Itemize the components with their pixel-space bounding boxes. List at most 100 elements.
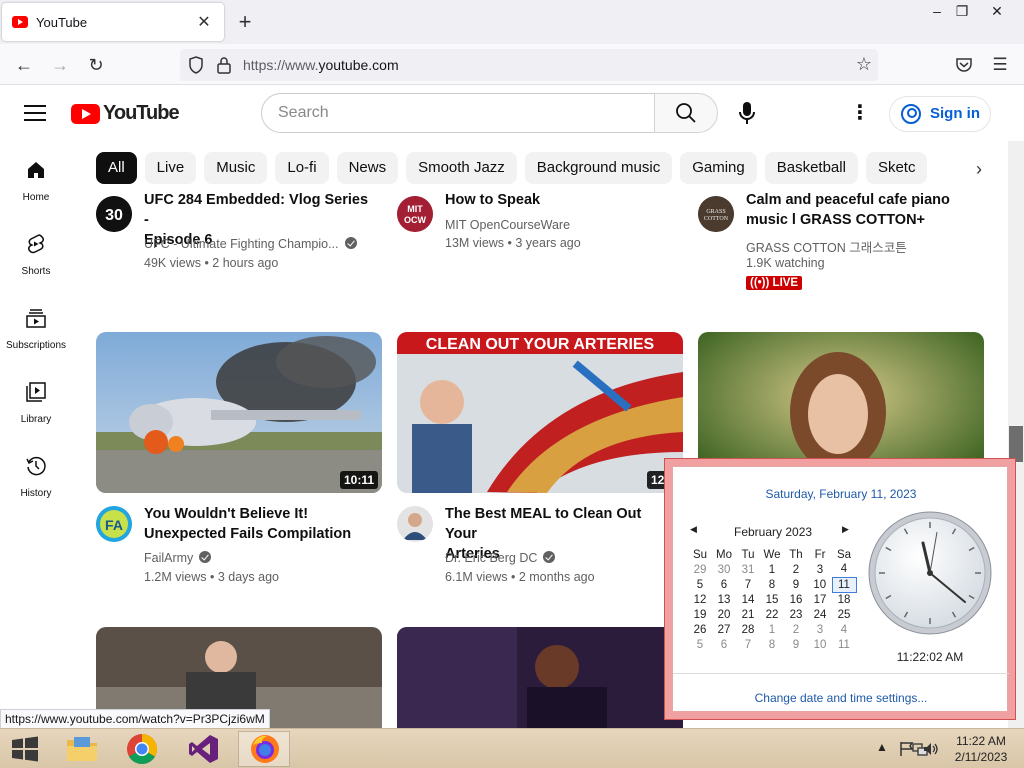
calendar-day[interactable]: 20: [712, 607, 736, 622]
video-card[interactable]: [397, 627, 683, 728]
chip-smooth-jazz[interactable]: Smooth Jazz: [406, 152, 517, 184]
calendar-day[interactable]: 9: [784, 577, 808, 592]
search-button[interactable]: [654, 93, 718, 133]
calendar-day[interactable]: 3: [808, 562, 832, 577]
next-month-icon[interactable]: ▶: [842, 524, 849, 535]
calendar-day[interactable]: 8: [760, 577, 784, 592]
sidebar-item-subscriptions[interactable]: Subscriptions: [0, 298, 72, 358]
restore-button[interactable]: ❐: [945, 0, 979, 22]
channel-avatar[interactable]: [397, 506, 433, 542]
close-tab-icon[interactable]: ✕: [194, 12, 214, 32]
address-bar[interactable]: https://www.youtube.com ☆: [180, 49, 878, 81]
scrollbar-thumb[interactable]: [1009, 426, 1023, 462]
new-tab-button[interactable]: +: [232, 8, 258, 36]
calendar-day[interactable]: 17: [808, 592, 832, 607]
chip-lofi[interactable]: Lo-fi: [275, 152, 329, 184]
reload-button[interactable]: ↻: [82, 51, 110, 79]
calendar-day[interactable]: 13: [712, 592, 736, 607]
chip-sketch[interactable]: Sketc: [865, 152, 928, 184]
app-menu-button[interactable]: ☰: [986, 51, 1014, 79]
chevron-right-icon[interactable]: ›: [966, 152, 992, 186]
file-explorer-icon[interactable]: [56, 731, 108, 767]
calendar-day[interactable]: 23: [784, 607, 808, 622]
calendar-day[interactable]: 18: [832, 592, 856, 607]
url-text[interactable]: https://www.youtube.com: [243, 57, 399, 73]
channel-avatar[interactable]: FA: [96, 506, 132, 542]
calendar-day[interactable]: 6: [712, 577, 736, 592]
calendar-day[interactable]: 5: [688, 577, 712, 592]
video-title[interactable]: How to Speak: [445, 190, 677, 210]
calendar-day[interactable]: 12: [688, 592, 712, 607]
voice-search-mic-icon[interactable]: [733, 99, 761, 127]
channel-avatar[interactable]: GRASS COTTON: [698, 196, 734, 232]
calendar-day[interactable]: 10: [808, 577, 832, 592]
video-thumbnail[interactable]: 10:11: [96, 332, 382, 493]
calendar-day[interactable]: 14: [736, 592, 760, 607]
calendar-day[interactable]: 4: [832, 622, 856, 637]
back-button[interactable]: ←: [10, 51, 38, 79]
calendar-day[interactable]: 1: [760, 622, 784, 637]
chip-live[interactable]: Live: [144, 152, 197, 184]
calendar-day[interactable]: 8: [760, 637, 784, 652]
sidebar-item-history[interactable]: History: [0, 446, 72, 506]
channel-name[interactable]: Dr. Eric Berg DC: [445, 551, 556, 565]
calendar-day[interactable]: 27: [712, 622, 736, 637]
search-input[interactable]: Search: [261, 93, 655, 133]
calendar-day[interactable]: 9: [784, 637, 808, 652]
youtube-logo[interactable]: YouTube: [71, 102, 180, 125]
calendar-day[interactable]: 16: [784, 592, 808, 607]
settings-more-icon[interactable]: ⋮: [848, 99, 872, 127]
video-thumbnail[interactable]: [397, 627, 683, 728]
lock-icon[interactable]: [216, 56, 232, 74]
calendar-day[interactable]: 28: [736, 622, 760, 637]
full-date-link[interactable]: Saturday, February 11, 2023: [673, 487, 1009, 501]
calendar-day[interactable]: 1: [760, 562, 784, 577]
firefox-icon[interactable]: [238, 731, 290, 767]
calendar-day[interactable]: 11: [831, 576, 857, 593]
visual-studio-icon[interactable]: [178, 731, 230, 767]
pocket-icon[interactable]: [955, 56, 973, 74]
volume-icon[interactable]: [922, 741, 940, 757]
chip-gaming[interactable]: Gaming: [680, 152, 757, 184]
calendar-day[interactable]: 24: [808, 607, 832, 622]
video-card[interactable]: CLEAN OUT YOUR ARTERIES 12:5 The Best ME…: [397, 332, 683, 592]
video-thumbnail[interactable]: CLEAN OUT YOUR ARTERIES 12:5: [397, 332, 683, 493]
calendar-day[interactable]: 29: [688, 562, 712, 577]
channel-name[interactable]: FailArmy: [144, 551, 212, 565]
tracking-protection-icon[interactable]: [188, 56, 204, 74]
calendar-day[interactable]: 31: [736, 562, 760, 577]
chip-basketball[interactable]: Basketball: [764, 152, 858, 184]
previous-month-icon[interactable]: ◀: [690, 524, 697, 535]
calendar-day[interactable]: 4: [832, 562, 856, 577]
calendar-day[interactable]: 25: [832, 607, 856, 622]
calendar-day[interactable]: 2: [784, 562, 808, 577]
calendar-day[interactable]: 3: [808, 622, 832, 637]
video-title[interactable]: You Wouldn't Believe It! Unexpected Fails…: [144, 504, 376, 544]
video-card[interactable]: 30 UFC 284 Embedded: Vlog Series - Episod…: [96, 190, 382, 300]
start-button[interactable]: [0, 731, 52, 767]
calendar-day[interactable]: 7: [736, 577, 760, 592]
browser-tab-youtube[interactable]: YouTube ✕: [2, 3, 224, 41]
sign-in-button[interactable]: Sign in: [889, 96, 991, 132]
channel-name[interactable]: UFC - Ultimate Fighting Champio...: [144, 237, 357, 251]
calendar-day[interactable]: 5: [688, 637, 712, 652]
channel-name[interactable]: GRASS COTTON 그래스코튼: [746, 237, 907, 256]
calendar-day[interactable]: 15: [760, 592, 784, 607]
chrome-icon[interactable]: [116, 731, 168, 767]
calendar-day[interactable]: 21: [736, 607, 760, 622]
channel-avatar[interactable]: MIT OCW: [397, 196, 433, 232]
guide-menu-icon[interactable]: [24, 105, 46, 121]
taskbar-clock[interactable]: 11:22 AM 2/11/2023: [948, 733, 1014, 765]
chip-news[interactable]: News: [336, 152, 399, 184]
calendar-day[interactable]: 19: [688, 607, 712, 622]
calendar-day[interactable]: 10: [808, 637, 832, 652]
calendar-day[interactable]: 11: [832, 637, 856, 652]
show-hidden-icons-icon[interactable]: ▲: [876, 740, 888, 754]
channel-name[interactable]: MIT OpenCourseWare: [445, 218, 570, 232]
bookmark-star-icon[interactable]: ☆: [856, 54, 872, 75]
change-date-time-settings-link[interactable]: Change date and time settings...: [673, 691, 1009, 705]
calendar-day[interactable]: 22: [760, 607, 784, 622]
video-title[interactable]: Calm and peaceful cafe piano music l GRAS…: [746, 190, 978, 230]
channel-avatar[interactable]: 30: [96, 196, 132, 232]
chip-background-music[interactable]: Background music: [524, 152, 673, 184]
